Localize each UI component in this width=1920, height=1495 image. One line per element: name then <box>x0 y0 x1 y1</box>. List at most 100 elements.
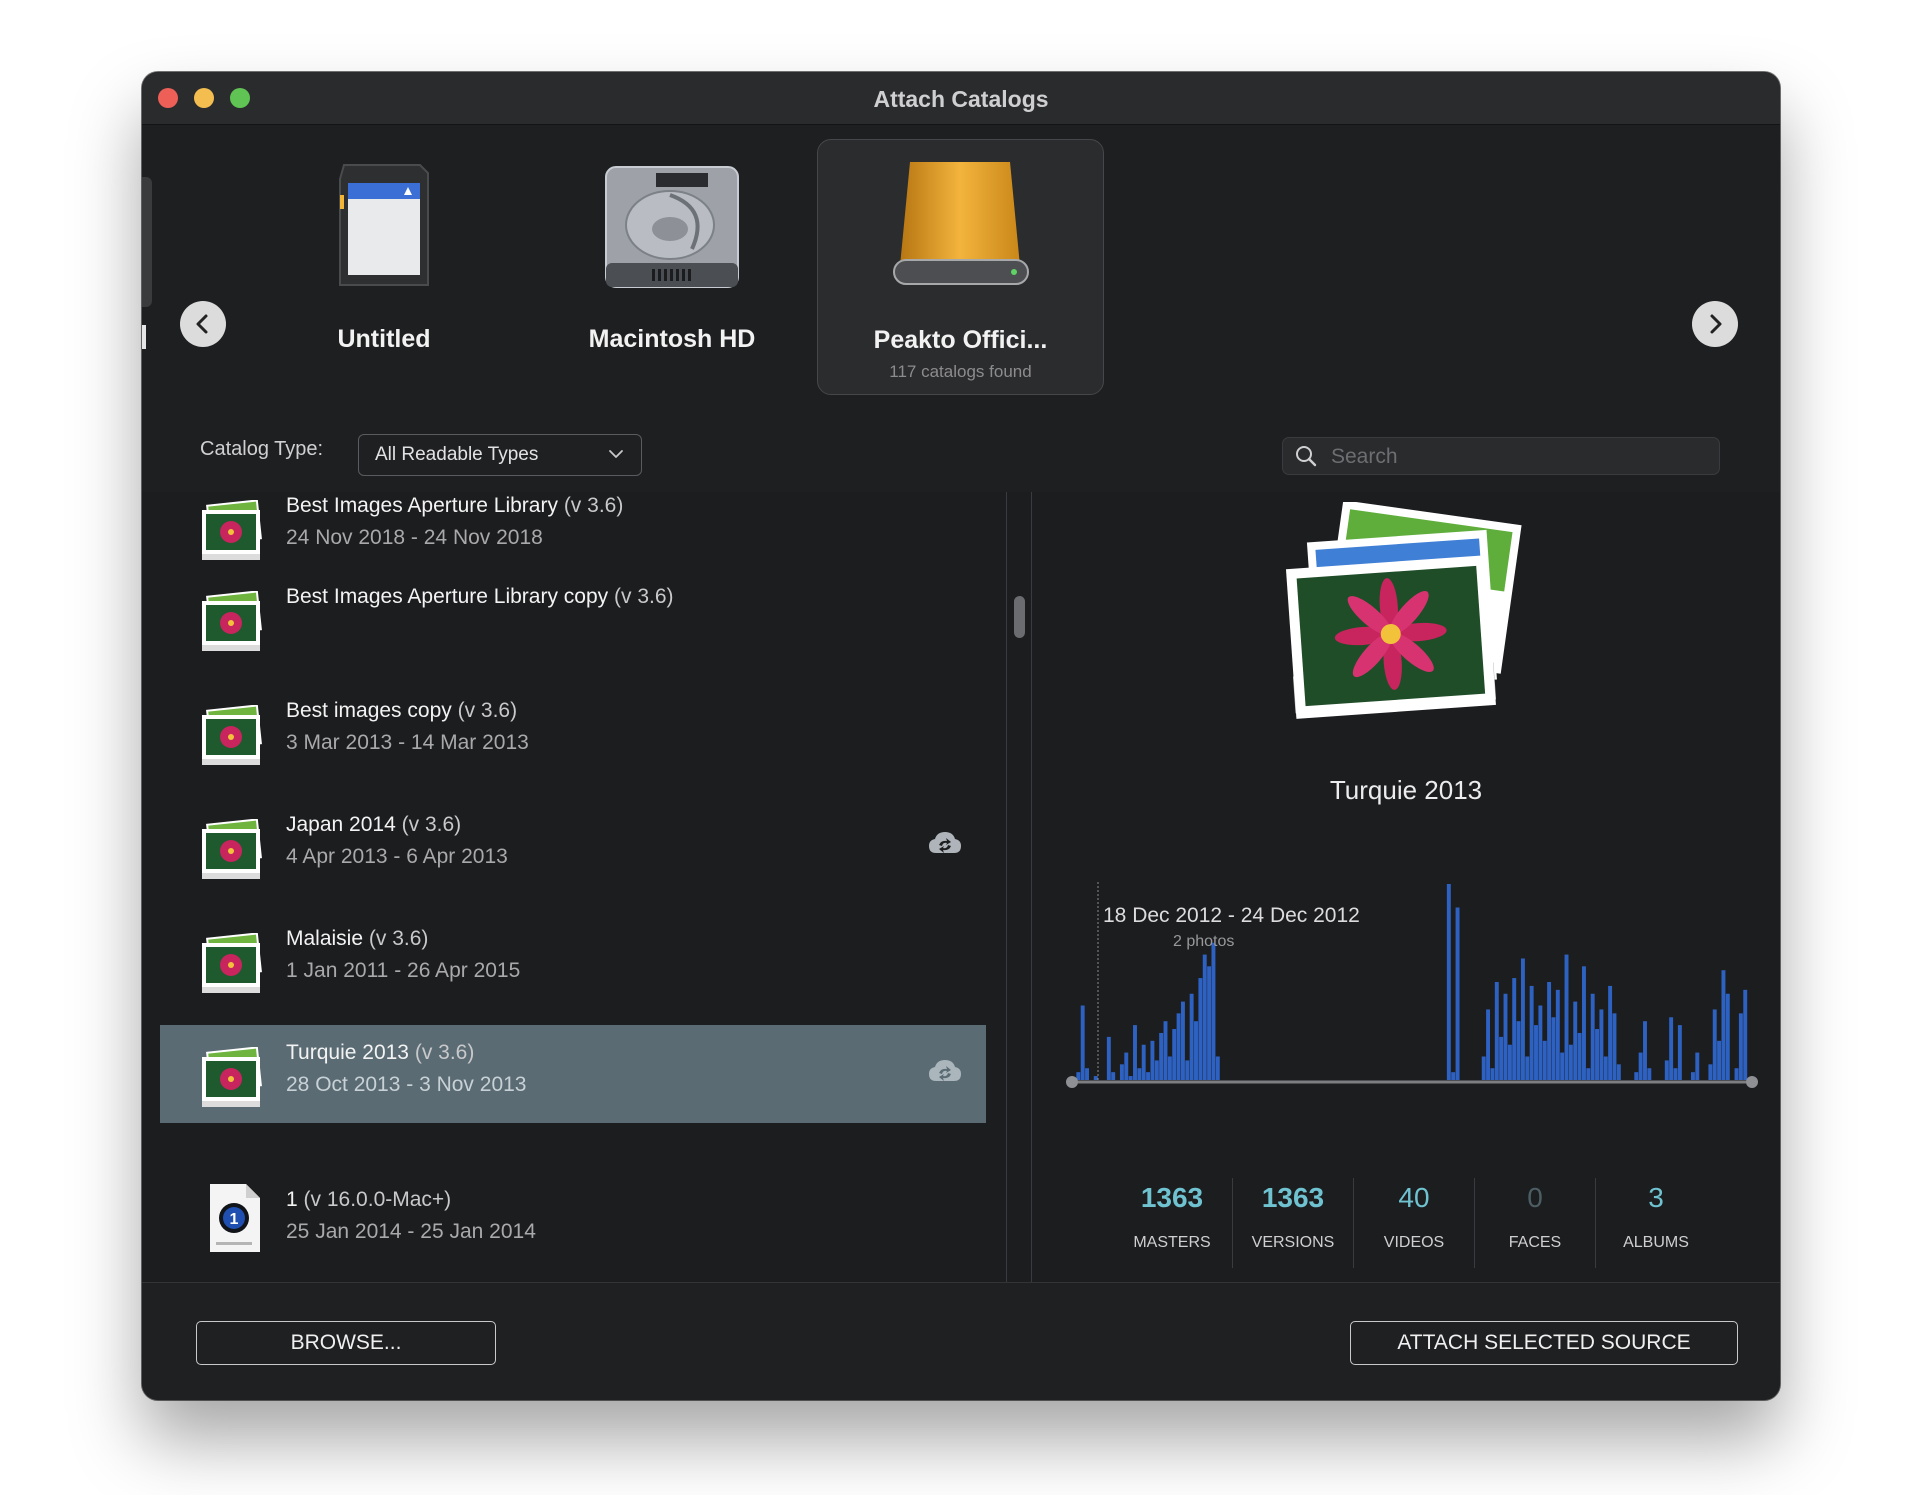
histogram-bar <box>1119 1064 1124 1080</box>
histogram-bar <box>1608 985 1613 1080</box>
histogram-bar <box>1734 1068 1739 1080</box>
catalog-name: Japan 2014 <box>286 813 396 836</box>
catalog-date-range: 25 Jan 2014 - 25 Jan 2014 <box>286 1220 536 1243</box>
window-title: Attach Catalogs <box>873 86 1049 112</box>
histogram-bar <box>1568 1044 1573 1080</box>
volume-peakto-official[interactable]: Peakto Offici... 117 catalogs found <box>817 139 1104 395</box>
catalog-detail-panel: Turquie 2013 18 Dec 2012 - 24 Dec 2012 2… <box>1032 492 1780 1282</box>
histogram-bar <box>1616 1064 1621 1080</box>
histogram-bar <box>1582 966 1586 1080</box>
stat-value: 1363 <box>1140 1182 1204 1213</box>
histogram-bar <box>1133 1025 1137 1080</box>
volume-name: Macintosh HD <box>588 325 756 353</box>
catalog-name: Best Images Aperture Library copy <box>286 585 609 608</box>
chart-tooltip-count: 2 photos <box>1173 933 1235 950</box>
histogram-bar <box>1721 970 1726 1080</box>
catalog-list-item[interactable]: Best Images Aperture Library copy (v 3.6… <box>160 569 986 667</box>
cloud-sync-icon[interactable] <box>928 829 962 857</box>
timeline-end-handle[interactable] <box>1746 1076 1758 1088</box>
catalog-date-range: 4 Apr 2013 - 6 Apr 2013 <box>286 845 508 868</box>
histogram-bar <box>1595 1029 1599 1080</box>
histogram-bar <box>1455 907 1460 1080</box>
histogram-bar <box>1085 1068 1089 1080</box>
stat-label: ALBUMS <box>1623 1234 1689 1251</box>
histogram-bar <box>1111 1072 1116 1080</box>
volume-untitled[interactable]: Untitled <box>244 155 524 395</box>
stat-videos: 40 VIDEOS <box>1354 1178 1475 1268</box>
volume-macintosh-hd[interactable]: Macintosh HD <box>532 155 812 395</box>
search-input[interactable] <box>1329 441 1703 473</box>
stat-value: 3 <box>1648 1182 1664 1213</box>
histogram-bar <box>1499 1036 1504 1080</box>
sd-card-icon <box>244 159 524 299</box>
histogram-bar <box>1738 1013 1743 1080</box>
svg-text:1: 1 <box>230 1211 239 1228</box>
histogram-bar <box>1128 1076 1133 1080</box>
histogram-bar <box>1520 958 1525 1080</box>
histogram-bar <box>1695 1052 1700 1080</box>
selected-catalog-name: Turquie 2013 <box>1329 775 1483 805</box>
cloud-sync-icon[interactable] <box>928 1057 962 1085</box>
catalog-list-item[interactable]: Japan 2014 (v 3.6) 4 Apr 2013 - 6 Apr 20… <box>160 797 986 895</box>
histogram-bar <box>1481 1056 1486 1080</box>
dialog-footer: BROWSE... ATTACH SELECTED SOURCE <box>142 1282 1780 1400</box>
catalog-list-item[interactable]: 1 1 (v 16.0.0-Mac+) 25 Jan 2014 - 25 Jan… <box>160 1160 986 1258</box>
histogram-bar <box>1690 1072 1695 1080</box>
volume-name: Untitled <box>337 325 431 353</box>
scrollbar-thumb[interactable] <box>1014 596 1025 638</box>
histogram-bar <box>1586 1068 1591 1080</box>
stat-masters: 1363 MASTERS <box>1112 1178 1233 1268</box>
catalog-type-select[interactable]: All Readable Types <box>358 434 642 476</box>
histogram-bar <box>1547 982 1552 1080</box>
timeline-start-handle[interactable] <box>1066 1076 1078 1088</box>
catalogs-found-count: 117 catalogs found <box>889 362 1032 381</box>
chevron-left-icon <box>196 314 208 334</box>
histogram-bar <box>1525 1056 1530 1080</box>
catalog-version: (v 3.6) <box>414 1041 475 1064</box>
attach-selected-source-button[interactable]: ATTACH SELECTED SOURCE <box>1350 1321 1738 1365</box>
catalog-list: Best Images Aperture Library (v 3.6) 24 … <box>142 492 1006 1282</box>
histogram-bar <box>1717 1040 1722 1080</box>
stat-label: MASTERS <box>1133 1234 1211 1251</box>
histogram-bar <box>1494 982 1499 1080</box>
histogram-bar <box>1516 1021 1521 1080</box>
histogram-bar <box>1490 1068 1495 1080</box>
stat-value: 0 <box>1527 1182 1543 1213</box>
histogram-bar <box>1603 1056 1608 1080</box>
photos-library-icon <box>198 499 268 564</box>
capture-one-catalog-icon: 1 <box>198 1182 268 1252</box>
stat-value: 1363 <box>1261 1182 1325 1213</box>
browse-button[interactable]: BROWSE... <box>196 1321 496 1365</box>
histogram-bar <box>1507 1044 1512 1080</box>
partial-volume-icon[interactable] <box>142 177 152 307</box>
histogram-bar <box>1180 1001 1185 1080</box>
histogram-bar <box>1167 1056 1172 1080</box>
search-field[interactable] <box>1282 437 1720 475</box>
catalog-date-range: 24 Nov 2018 - 24 Nov 2018 <box>286 526 543 549</box>
timeline-histogram[interactable] <box>1062 862 1762 1122</box>
catalog-name: Best images copy <box>286 699 452 722</box>
stat-albums: 3 ALBUMS <box>1596 1178 1716 1268</box>
histogram-bar <box>1137 1068 1142 1080</box>
histogram-bar <box>1708 1064 1713 1080</box>
histogram-bar <box>1538 1005 1543 1080</box>
carousel-next-button[interactable] <box>1692 301 1738 347</box>
histogram-bar <box>1573 1001 1578 1080</box>
histogram-bar <box>1093 1076 1098 1080</box>
catalog-name: Best Images Aperture Library <box>286 494 558 517</box>
histogram-bar <box>1189 993 1194 1080</box>
histogram-bar <box>1590 993 1595 1080</box>
catalog-name: Malaisie <box>286 927 364 950</box>
carousel-previous-button[interactable] <box>180 301 226 347</box>
catalog-list-item[interactable]: Malaisie (v 3.6) 1 Jan 2011 - 26 Apr 201… <box>160 911 986 1009</box>
catalog-list-item-selected[interactable]: Turquie 2013 (v 3.6) 28 Oct 2013 - 3 Nov… <box>160 1025 986 1123</box>
hard-drive-icon <box>532 159 812 299</box>
stat-versions: 1363 VERSIONS <box>1233 1178 1354 1268</box>
histogram-bar <box>1141 1044 1146 1080</box>
search-icon <box>1296 446 1317 467</box>
catalog-list-item[interactable]: Best images copy (v 3.6) 3 Mar 2013 - 14… <box>160 683 986 781</box>
histogram-bar <box>1599 1009 1604 1080</box>
list-scrollbar[interactable] <box>1006 492 1032 1282</box>
histogram-bar <box>1647 1068 1652 1080</box>
catalog-list-item[interactable]: Best Images Aperture Library (v 3.6) 24 … <box>160 492 986 576</box>
